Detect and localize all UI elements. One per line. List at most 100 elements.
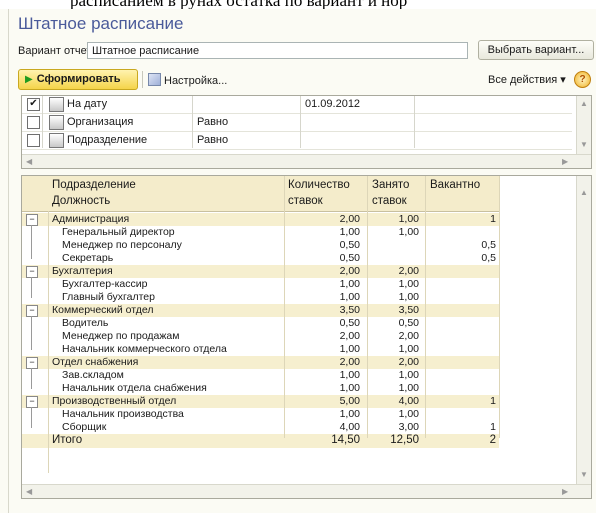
row-quantity: 0,50 (339, 252, 360, 264)
filter-row-department[interactable]: Подразделение Равно (22, 132, 572, 150)
position-row[interactable]: Начальник отдела снабжения 1,00 1,00 (22, 382, 499, 395)
row-quantity: 5,00 (339, 395, 360, 407)
row-occupied: 1,00 (398, 382, 419, 394)
filter-vertical-scrollbar[interactable]: ▲ ▼ (576, 96, 591, 154)
filter-field-icon (49, 133, 64, 148)
filter-horizontal-scrollbar[interactable]: ◀ ▶ (22, 154, 591, 168)
page-text-fragment: расписанием в рунах остатка по вариант и… (0, 0, 596, 9)
filter-condition[interactable]: Равно (197, 134, 228, 146)
dropdown-arrow-icon: ▾ (560, 74, 566, 86)
settings-icon (148, 73, 161, 86)
row-quantity: 1,00 (339, 343, 360, 355)
position-row[interactable]: Начальник коммерческого отдела 1,00 1,00 (22, 343, 499, 356)
position-row[interactable]: Начальник производства 1,00 1,00 (22, 408, 499, 421)
row-occupied: 1,00 (398, 369, 419, 381)
filter-checkbox[interactable] (27, 134, 40, 147)
filter-condition[interactable]: Равно (197, 116, 228, 128)
total-label: Итого (52, 434, 83, 446)
collapse-icon[interactable]: − (26, 214, 38, 226)
position-row[interactable]: Водитель 0,50 0,50 (22, 317, 499, 330)
filter-divider (414, 96, 415, 148)
collapse-icon[interactable]: − (26, 266, 38, 278)
row-quantity: 2,00 (339, 356, 360, 368)
table-vertical-scrollbar[interactable]: ▲ ▼ (576, 176, 591, 484)
position-row[interactable]: Менеджер по персоналу 0,50 0,5 (22, 239, 499, 252)
header-occupied: Занято (372, 179, 410, 191)
collapse-icon[interactable]: − (26, 305, 38, 317)
total-quantity: 14,50 (331, 434, 360, 446)
position-row[interactable]: Зав.складом 1,00 1,00 (22, 369, 499, 382)
select-variant-button[interactable]: Выбрать вариант... (478, 40, 594, 60)
row-name: Главный бухгалтер (62, 291, 155, 303)
department-row[interactable]: Бухгалтерия 2,00 2,00 (22, 265, 499, 278)
total-row: Итого 14,50 12,50 2 (22, 434, 499, 448)
play-icon: ▶ (25, 74, 33, 85)
position-row[interactable]: Сборщик 4,00 3,00 1 (22, 421, 499, 434)
filter-divider (192, 96, 193, 148)
filter-value[interactable]: 01.09.2012 (305, 98, 360, 110)
scroll-down-icon[interactable]: ▼ (580, 140, 588, 149)
collapse-icon[interactable]: − (26, 396, 38, 408)
row-quantity: 1,00 (339, 278, 360, 290)
row-vacant: 1 (490, 395, 496, 407)
position-row[interactable]: Менеджер по продажам 2,00 2,00 (22, 330, 499, 343)
help-icon[interactable]: ? (574, 71, 591, 88)
all-actions-label: Все действия (488, 74, 558, 86)
variant-field[interactable]: Штатное расписание (87, 42, 468, 59)
scroll-down-icon[interactable]: ▼ (580, 470, 588, 479)
filter-checkbox[interactable] (27, 116, 40, 129)
all-actions-menu[interactable]: Все действия ▾ (488, 73, 566, 86)
filter-row-organization[interactable]: Организация Равно (22, 114, 572, 132)
row-occupied: 1,00 (398, 343, 419, 355)
tree-line (31, 316, 32, 350)
position-row[interactable]: Генеральный директор 1,00 1,00 (22, 226, 499, 239)
position-row[interactable]: Бухгалтер-кассир 1,00 1,00 (22, 278, 499, 291)
filter-row-date[interactable]: ✔ На дату 01.09.2012 (22, 96, 572, 114)
row-occupied: 2,00 (398, 265, 419, 277)
scroll-up-icon[interactable]: ▲ (580, 99, 588, 108)
row-name: Начальник коммерческого отдела (62, 343, 227, 355)
scroll-right-icon[interactable]: ▶ (562, 487, 568, 496)
tree-line (31, 225, 32, 259)
department-row[interactable]: Коммерческий отдел 3,50 3,50 (22, 304, 499, 317)
row-quantity: 2,00 (339, 213, 360, 225)
row-name: Секретарь (62, 252, 114, 264)
scroll-up-icon[interactable]: ▲ (580, 188, 588, 197)
row-occupied: 3,50 (398, 304, 419, 316)
row-name: Менеджер по продажам (62, 330, 180, 342)
grid-line (425, 176, 426, 438)
row-name: Администрация (52, 213, 130, 225)
header-department: Подразделение (52, 179, 136, 191)
row-occupied: 2,00 (398, 330, 419, 342)
position-row[interactable]: Секретарь 0,50 0,5 (22, 252, 499, 265)
filter-checkbox[interactable]: ✔ (27, 98, 40, 111)
tree-line (31, 368, 32, 389)
row-name: Коммерческий отдел (52, 304, 154, 316)
row-quantity: 1,00 (339, 369, 360, 381)
position-row[interactable]: Главный бухгалтер 1,00 1,00 (22, 291, 499, 304)
row-name: Начальник производства (62, 408, 184, 420)
header-vacant: Вакантно (430, 179, 481, 191)
scroll-left-icon[interactable]: ◀ (26, 157, 32, 166)
settings-label: Настройка... (164, 75, 228, 87)
row-vacant: 0,5 (481, 239, 496, 251)
scroll-left-icon[interactable]: ◀ (26, 487, 32, 496)
scroll-right-icon[interactable]: ▶ (562, 157, 568, 166)
grid-line (284, 176, 285, 438)
row-quantity: 4,00 (339, 421, 360, 433)
filter-name: На дату (67, 98, 108, 110)
row-occupied: 1,00 (398, 278, 419, 290)
row-vacant: 1 (490, 421, 496, 433)
row-vacant: 0,5 (481, 252, 496, 264)
row-name: Бухгалтерия (52, 265, 113, 277)
collapse-icon[interactable]: − (26, 357, 38, 369)
row-quantity: 1,00 (339, 382, 360, 394)
row-quantity: 3,50 (339, 304, 360, 316)
department-row[interactable]: Администрация 2,00 1,00 1 (22, 213, 499, 226)
table-horizontal-scrollbar[interactable]: ◀ ▶ (22, 484, 591, 498)
department-row[interactable]: Отдел снабжения 2,00 2,00 (22, 356, 499, 369)
row-name: Водитель (62, 317, 109, 329)
settings-button[interactable]: Настройка... (148, 73, 227, 87)
generate-button[interactable]: ▶ Сформировать (18, 69, 138, 90)
department-row[interactable]: Производственный отдел 5,00 4,00 1 (22, 395, 499, 408)
